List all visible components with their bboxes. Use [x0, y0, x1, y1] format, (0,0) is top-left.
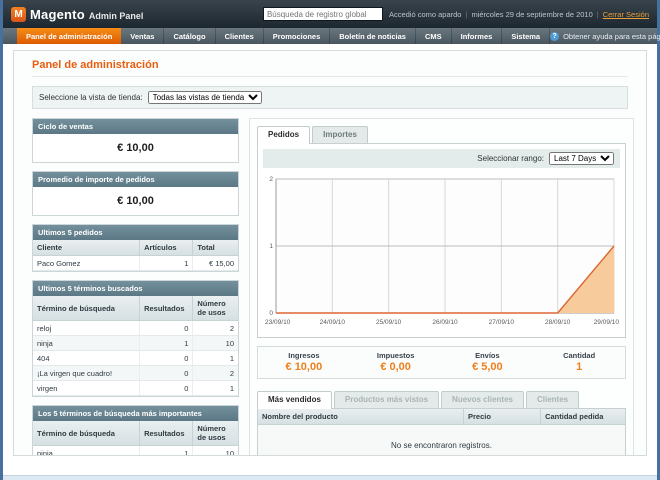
stat-label: Impuestos — [350, 351, 442, 360]
stat-impuestos: Impuestos€ 0,00 — [350, 351, 442, 373]
range-label: Seleccionar rango: — [477, 154, 544, 163]
block-title: Los 5 términos de búsqueda más important… — [33, 406, 238, 421]
stat-envios: Envíos€ 5,00 — [442, 351, 534, 373]
dashboard-main: PedidosImportes Seleccionar rango: Last … — [249, 118, 634, 456]
lifetime-sales-value: € 10,00 — [33, 134, 238, 162]
stat-value: € 5,00 — [442, 361, 534, 373]
tab-mas-vendidos[interactable]: Más vendidos — [257, 391, 332, 409]
nav-item-cms[interactable]: CMS — [416, 28, 452, 44]
orders-chart: 0 1 2 23/09/10 24/09/10 25/09/10 26/09/10 27/09… — [263, 171, 620, 332]
block-title: Ultimos 5 términos buscados — [33, 281, 238, 296]
magento-logo-icon: M — [11, 7, 26, 22]
logged-in-as: Accedió como apardo — [389, 10, 462, 19]
store-view-select[interactable]: Todas las vistas de tienda — [148, 91, 262, 104]
table-row: Paco Gomez1€ 15,00 — [33, 256, 238, 271]
last-orders-block: Ultimos 5 pedidos ClienteArtículosTotalP… — [32, 224, 239, 272]
svg-text:27/09/10: 27/09/10 — [489, 319, 515, 326]
table-header-row: Término de búsquedaResultadosNúmero de u… — [33, 421, 238, 446]
tab-productos-mas-vistos: Productos más vistos — [334, 391, 439, 408]
svg-text:28/09/10: 28/09/10 — [545, 319, 571, 326]
store-view-label: Seleccione la vista de tienda: — [39, 93, 143, 102]
nav-item-panel-de-administracion[interactable]: Panel de administración — [17, 28, 121, 44]
svg-text:2: 2 — [269, 176, 273, 183]
stat-label: Envíos — [442, 351, 534, 360]
help-link[interactable]: ? Obtener ayuda para esta página — [550, 28, 660, 44]
search-input[interactable] — [263, 7, 383, 21]
brand-subtitle: Admin Panel — [89, 11, 144, 21]
nav-item-promociones[interactable]: Promociones — [264, 28, 331, 44]
last-search-table: Término de búsquedaResultadosNúmero de u… — [33, 296, 238, 396]
block-title: Ultimos 5 pedidos — [33, 225, 238, 240]
average-orders-block: Promedio de importe de pedidos € 10,00 — [32, 171, 239, 216]
store-view-bar: Seleccione la vista de tienda: Todas las… — [32, 86, 628, 109]
main-nav: Panel de administraciónVentasCatálogoCli… — [3, 28, 657, 44]
nav-item-catalogo[interactable]: Catálogo — [164, 28, 215, 44]
svg-text:25/09/10: 25/09/10 — [376, 319, 402, 326]
stat-value: € 10,00 — [258, 361, 350, 373]
app-header: M Magento Admin Panel Accedió como apard… — [3, 0, 657, 28]
table-row: reloj02 — [33, 321, 238, 336]
tab-nuevos-clientes: Nuevos clientes — [441, 391, 524, 408]
top-search-terms-block: Los 5 términos de búsqueda más important… — [32, 405, 239, 456]
totals-bar: Ingresos€ 10,00Impuestos€ 0,00Envíos€ 5,… — [257, 346, 626, 379]
table-header-row: Nombre del productoPrecioCantidad pedida — [258, 409, 625, 425]
help-label: Obtener ayuda para esta página — [563, 32, 660, 41]
table-header-row: Término de búsquedaResultadosNúmero de u… — [33, 296, 238, 321]
stat-ingresos: Ingresos€ 10,00 — [258, 351, 350, 373]
tab-pedidos[interactable]: Pedidos — [257, 126, 310, 144]
main-panel: Panel de administración Seleccione la vi… — [13, 50, 647, 456]
logout-link[interactable]: Cerrar Sesión — [603, 10, 649, 19]
tab-clientes: Clientes — [526, 391, 579, 408]
empty-row: No se encontraron registros. — [258, 425, 625, 457]
svg-text:23/09/10: 23/09/10 — [265, 319, 291, 326]
nav-item-clientes[interactable]: Clientes — [216, 28, 264, 44]
block-title: Ciclo de ventas — [33, 119, 238, 134]
tab-importes[interactable]: Importes — [312, 126, 368, 143]
range-select[interactable]: Last 7 Days — [549, 152, 614, 165]
stat-value: € 0,00 — [350, 361, 442, 373]
lifetime-sales-block: Ciclo de ventas € 10,00 — [32, 118, 239, 163]
stat-value: 1 — [533, 361, 625, 373]
brand: M Magento Admin Panel — [11, 7, 143, 22]
svg-text:24/09/10: 24/09/10 — [320, 319, 346, 326]
orders-tab-panel: Seleccionar rango: Last 7 Days 0 1 2 23/09/… — [257, 143, 626, 338]
table-row: ¡La virgen que cuadro!02 — [33, 366, 238, 381]
dashboard-sidebar: Ciclo de ventas € 10,00 Promedio de impo… — [32, 118, 239, 456]
stat-cantidad: Cantidad1 — [533, 351, 625, 373]
svg-text:1: 1 — [269, 243, 273, 250]
top-search-table: Término de búsquedaResultadosNúmero de u… — [33, 421, 238, 456]
table-row: 40401 — [33, 351, 238, 366]
products-grid-box: Nombre del productoPrecioCantidad pedida… — [257, 408, 626, 456]
stat-label: Ingresos — [258, 351, 350, 360]
average-orders-value: € 10,00 — [33, 187, 238, 215]
window-bottom-edge — [3, 475, 657, 480]
nav-item-informes[interactable]: Informes — [452, 28, 503, 44]
nav-item-sistema[interactable]: Sistema — [502, 28, 550, 44]
help-icon: ? — [550, 32, 559, 41]
table-row: ninja110 — [33, 336, 238, 351]
table-header-row: ClienteArtículosTotal — [33, 240, 238, 256]
products-grid: Nombre del productoPrecioCantidad pedida… — [258, 409, 625, 456]
page-title: Panel de administración — [32, 59, 628, 77]
table-row: ninja110 — [33, 446, 238, 457]
table-row: virgen01 — [33, 381, 238, 396]
block-title: Promedio de importe de pedidos — [33, 172, 238, 187]
svg-text:29/09/10: 29/09/10 — [594, 319, 620, 326]
last-orders-table: ClienteArtículosTotalPaco Gomez1€ 15,00 — [33, 240, 238, 271]
header-user-info: Accedió como apardo | miércoles 29 de se… — [389, 10, 649, 19]
range-bar: Seleccionar rango: Last 7 Days — [263, 149, 620, 168]
browser-window: M Magento Admin Panel Accedió como apard… — [0, 0, 660, 480]
last-search-terms-block: Ultimos 5 términos buscados Término de b… — [32, 280, 239, 397]
stat-label: Cantidad — [533, 351, 625, 360]
nav-item-boletin-de-noticias[interactable]: Boletín de noticias — [330, 28, 416, 44]
svg-text:0: 0 — [269, 310, 273, 317]
brand-name: Magento — [30, 7, 85, 22]
nav-item-ventas[interactable]: Ventas — [121, 28, 164, 44]
svg-text:26/09/10: 26/09/10 — [432, 319, 458, 326]
current-date: miércoles 29 de septiembre de 2010 — [471, 10, 592, 19]
